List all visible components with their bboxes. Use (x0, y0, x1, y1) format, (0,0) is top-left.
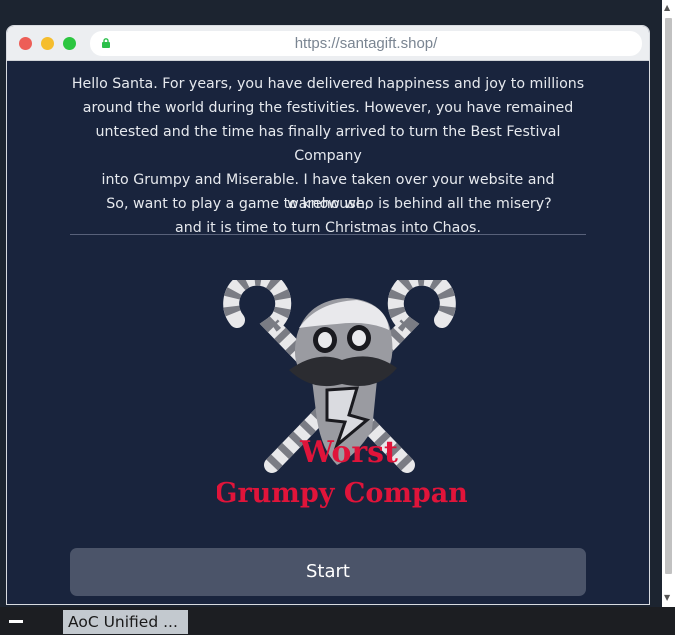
grumpy-company-logo: Worst Grumpy Company (217, 280, 467, 509)
browser-window: https://santagift.shop/ Hello Santa. For… (6, 25, 650, 605)
taskbar: AoC Unified ... (0, 607, 675, 635)
intro-line: Hello Santa. For years, you have deliver… (71, 76, 585, 92)
start-button[interactable]: Start (70, 548, 586, 596)
question-text: So, want to play a game to know who is b… (106, 196, 552, 212)
scroll-down-icon[interactable]: ▼ (664, 593, 670, 603)
intro-line: around the world during the festivities.… (82, 100, 574, 116)
intro-line: and it is time to turn Christmas into Ch… (175, 220, 481, 236)
intro-line: untested and the time has finally arrive… (95, 124, 561, 164)
page-content: Hello Santa. For years, you have deliver… (7, 62, 649, 604)
lock-icon (102, 38, 110, 48)
scrollbar-thumb[interactable] (665, 18, 672, 574)
maximize-window-button[interactable] (63, 37, 76, 50)
logo-text-line2: Grumpy Company (217, 478, 467, 509)
browser-titlebar: https://santagift.shop/ (7, 26, 649, 61)
intro-text: Hello Santa. For years, you have deliver… (71, 72, 585, 240)
logo-text-line1: Worst (299, 435, 398, 470)
address-bar[interactable]: https://santagift.shop/ (90, 31, 642, 56)
minimize-window-button[interactable] (41, 37, 54, 50)
taskbar-task-aoc[interactable]: AoC Unified ... (63, 610, 188, 634)
minimize-icon[interactable] (9, 620, 23, 623)
scroll-up-icon[interactable]: ▲ (664, 3, 670, 13)
page-scrollbar[interactable]: ▲ ▼ (662, 0, 675, 607)
divider (70, 234, 586, 235)
close-window-button[interactable] (19, 37, 32, 50)
url-text: https://santagift.shop/ (294, 35, 438, 52)
